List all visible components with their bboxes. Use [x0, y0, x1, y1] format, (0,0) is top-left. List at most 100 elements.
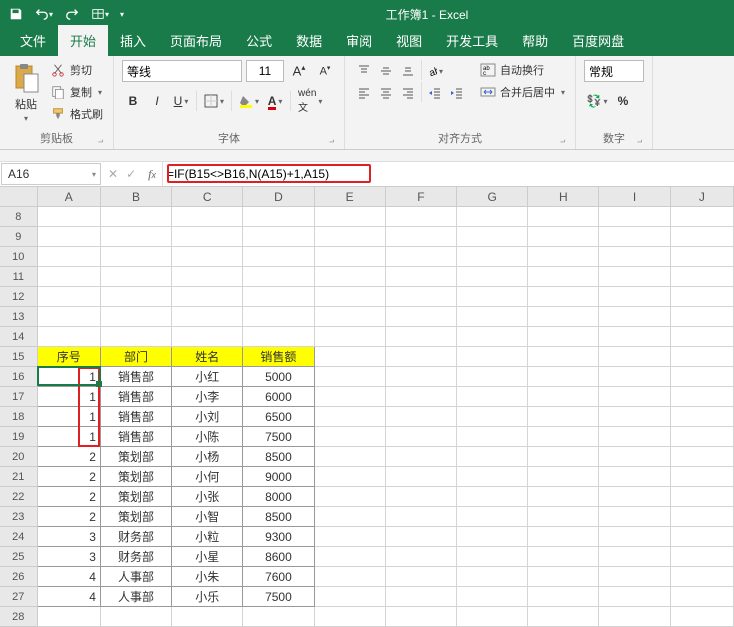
cell-B13[interactable] [101, 307, 172, 327]
cell-J15[interactable] [671, 347, 734, 367]
cell-A25[interactable]: 3 [38, 547, 101, 567]
cell-B25[interactable]: 财务部 [101, 547, 172, 567]
cell-E15[interactable] [315, 347, 386, 367]
cell-B12[interactable] [101, 287, 172, 307]
cell-J8[interactable] [671, 207, 734, 227]
copy-button[interactable]: 复制▾ [48, 82, 105, 102]
row-header-21[interactable]: 21 [0, 467, 38, 487]
cell-E20[interactable] [315, 447, 386, 467]
cell-A19[interactable]: 1 [38, 427, 101, 447]
undo-button[interactable]: ▾ [32, 3, 56, 25]
cell-E17[interactable] [315, 387, 386, 407]
cell-I9[interactable] [599, 227, 670, 247]
cell-H9[interactable] [528, 227, 599, 247]
cell-F12[interactable] [386, 287, 457, 307]
cell-E11[interactable] [315, 267, 386, 287]
italic-button[interactable]: I [146, 90, 168, 112]
cell-F15[interactable] [386, 347, 457, 367]
row-header-14[interactable]: 14 [0, 327, 38, 347]
cell-D13[interactable] [243, 307, 314, 327]
cell-H24[interactable] [528, 527, 599, 547]
cell-A14[interactable] [38, 327, 101, 347]
cell-I23[interactable] [599, 507, 670, 527]
cell-G14[interactable] [457, 327, 528, 347]
tab-formulas[interactable]: 公式 [234, 25, 284, 56]
cell-G21[interactable] [457, 467, 528, 487]
cell-A13[interactable] [38, 307, 101, 327]
row-header-11[interactable]: 11 [0, 267, 38, 287]
cell-I20[interactable] [599, 447, 670, 467]
cell-H17[interactable] [528, 387, 599, 407]
cell-I28[interactable] [599, 607, 670, 627]
cell-J25[interactable] [671, 547, 734, 567]
cell-F9[interactable] [386, 227, 457, 247]
cell-H27[interactable] [528, 587, 599, 607]
cancel-formula-button[interactable]: ✕ [108, 167, 118, 181]
redo-button[interactable] [60, 3, 84, 25]
orientation-button[interactable]: ab [424, 60, 446, 82]
cell-F10[interactable] [386, 247, 457, 267]
cell-G26[interactable] [457, 567, 528, 587]
col-header-A[interactable]: A [38, 187, 101, 206]
row-header-13[interactable]: 13 [0, 307, 38, 327]
cell-A24[interactable]: 3 [38, 527, 101, 547]
cell-E12[interactable] [315, 287, 386, 307]
cell-E27[interactable] [315, 587, 386, 607]
cell-E26[interactable] [315, 567, 386, 587]
tab-help[interactable]: 帮助 [510, 25, 560, 56]
cell-C17[interactable]: 小李 [172, 387, 243, 407]
row-header-17[interactable]: 17 [0, 387, 38, 407]
cell-E28[interactable] [315, 607, 386, 627]
cell-G18[interactable] [457, 407, 528, 427]
cell-D21[interactable]: 9000 [243, 467, 314, 487]
cell-C22[interactable]: 小张 [172, 487, 243, 507]
fill-color-button[interactable] [236, 90, 262, 112]
cell-E19[interactable] [315, 427, 386, 447]
cell-F14[interactable] [386, 327, 457, 347]
wrap-text-button[interactable]: abc 自动换行 [478, 60, 567, 80]
cell-B9[interactable] [101, 227, 172, 247]
cell-A16[interactable]: 1 [38, 367, 101, 387]
cell-A12[interactable] [38, 287, 101, 307]
cell-I10[interactable] [599, 247, 670, 267]
cell-H14[interactable] [528, 327, 599, 347]
cell-D24[interactable]: 9300 [243, 527, 314, 547]
cell-A22[interactable]: 2 [38, 487, 101, 507]
row-header-12[interactable]: 12 [0, 287, 38, 307]
cell-A18[interactable]: 1 [38, 407, 101, 427]
cell-F13[interactable] [386, 307, 457, 327]
cell-F25[interactable] [386, 547, 457, 567]
cell-J12[interactable] [671, 287, 734, 307]
cell-A20[interactable]: 2 [38, 447, 101, 467]
cell-E8[interactable] [315, 207, 386, 227]
cell-B17[interactable]: 销售部 [101, 387, 172, 407]
cell-E9[interactable] [315, 227, 386, 247]
underline-button[interactable]: U [170, 90, 192, 112]
cell-B8[interactable] [101, 207, 172, 227]
cell-A21[interactable]: 2 [38, 467, 101, 487]
cell-F28[interactable] [386, 607, 457, 627]
merge-button[interactable]: 合并后居中▾ [478, 82, 567, 102]
tab-insert[interactable]: 插入 [108, 25, 158, 56]
cell-E14[interactable] [315, 327, 386, 347]
cell-G22[interactable] [457, 487, 528, 507]
cell-J13[interactable] [671, 307, 734, 327]
cell-B26[interactable]: 人事部 [101, 567, 172, 587]
cell-C10[interactable] [172, 247, 243, 267]
cell-C11[interactable] [172, 267, 243, 287]
col-header-G[interactable]: G [457, 187, 528, 206]
col-header-F[interactable]: F [386, 187, 457, 206]
col-header-C[interactable]: C [172, 187, 243, 206]
font-size-combo[interactable] [246, 60, 284, 82]
cell-G28[interactable] [457, 607, 528, 627]
cell-D23[interactable]: 8500 [243, 507, 314, 527]
cell-H28[interactable] [528, 607, 599, 627]
cell-H10[interactable] [528, 247, 599, 267]
tab-dev[interactable]: 开发工具 [434, 25, 510, 56]
cell-B23[interactable]: 策划部 [101, 507, 172, 527]
cell-C19[interactable]: 小陈 [172, 427, 243, 447]
cell-H21[interactable] [528, 467, 599, 487]
tab-view[interactable]: 视图 [384, 25, 434, 56]
cell-C18[interactable]: 小刘 [172, 407, 243, 427]
cell-J9[interactable] [671, 227, 734, 247]
